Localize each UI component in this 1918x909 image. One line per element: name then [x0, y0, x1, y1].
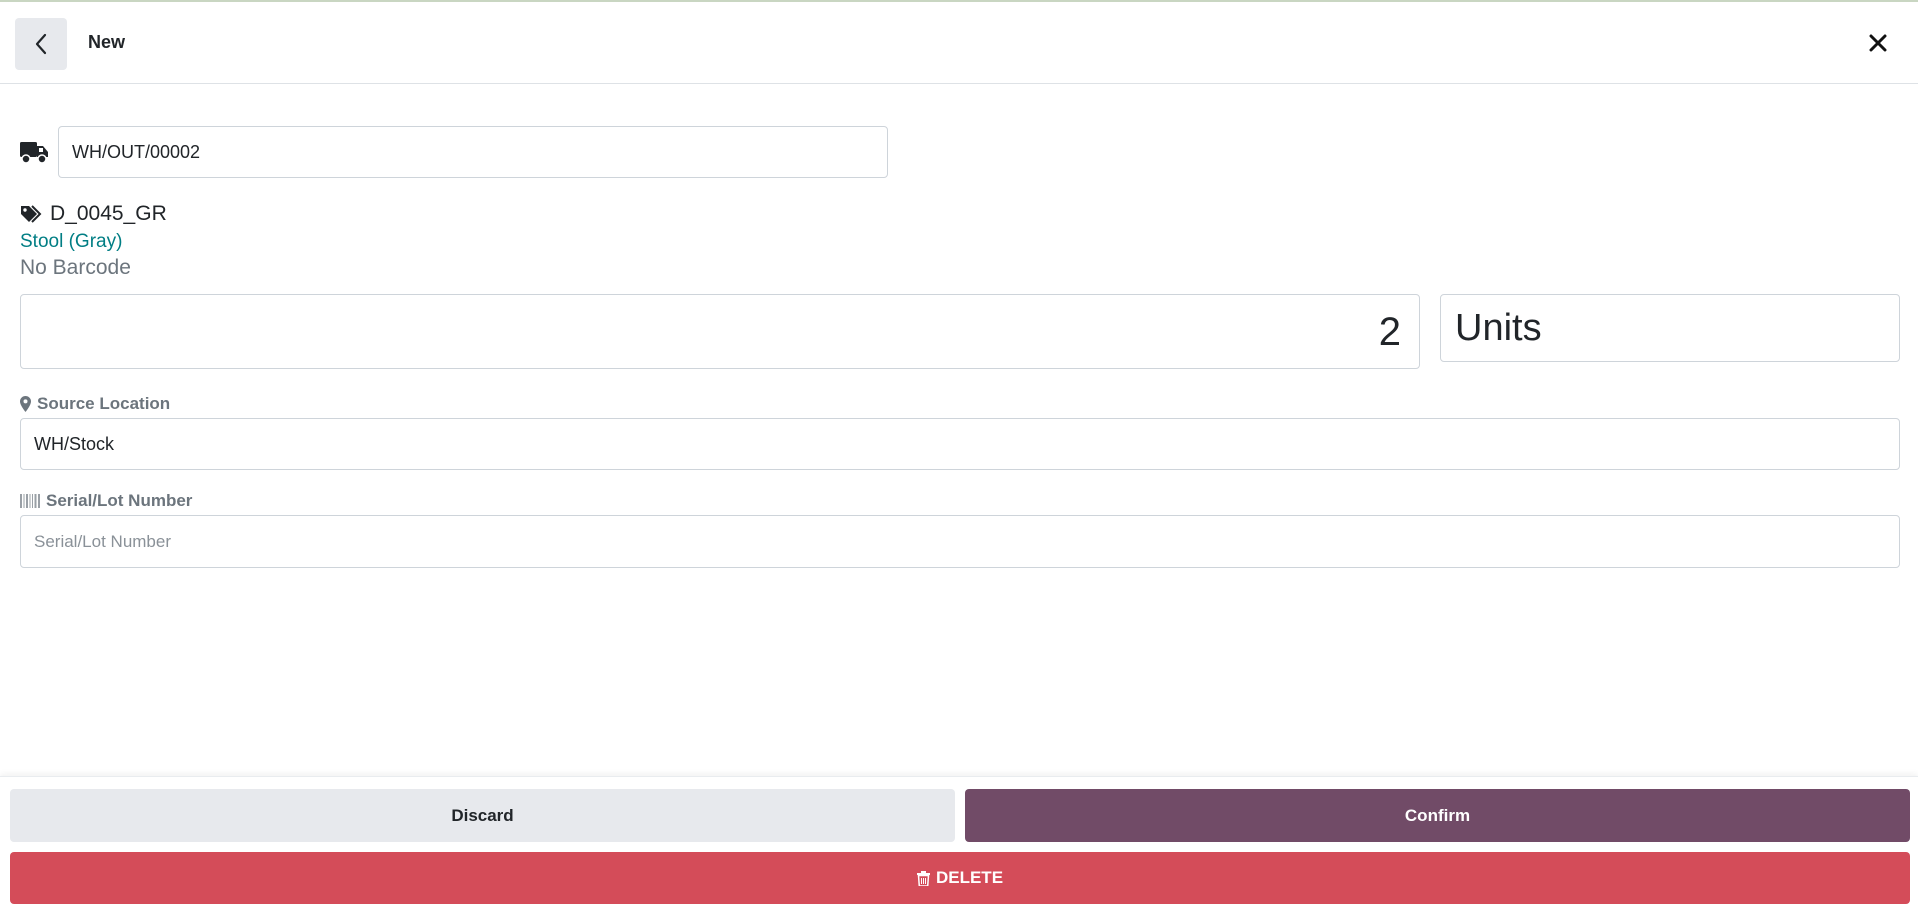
quantity-field[interactable]: 2 [20, 294, 1420, 369]
trash-icon [916, 870, 930, 886]
confirm-button[interactable]: Confirm [965, 789, 1910, 842]
footer: Discard Confirm DELETE [0, 776, 1918, 909]
close-button[interactable] [1863, 28, 1893, 58]
back-button[interactable] [15, 18, 67, 70]
barcode-icon [20, 494, 40, 508]
product-code-row: D_0045_GR [20, 202, 167, 226]
discard-button[interactable]: Discard [10, 789, 955, 842]
tags-icon [21, 205, 42, 223]
delete-button[interactable]: DELETE [10, 852, 1910, 904]
header: New [0, 2, 1918, 84]
product-name: Stool (Gray) [20, 231, 123, 252]
truck-icon [20, 142, 48, 164]
lot-label: Serial/Lot Number [46, 491, 193, 510]
lot-field[interactable]: Serial/Lot Number [20, 515, 1900, 568]
chevron-left-icon [35, 33, 47, 55]
map-marker-icon [20, 396, 31, 412]
product-barcode: No Barcode [20, 256, 131, 279]
product-code: D_0045_GR [50, 202, 167, 225]
lot-label-row: Serial/Lot Number [20, 491, 192, 511]
delete-label: DELETE [935, 868, 1004, 887]
source-location-label: Source Location [37, 394, 171, 413]
source-location-label-row: Source Location [20, 394, 170, 414]
picking-field[interactable]: WH/OUT/00002 [58, 126, 888, 178]
source-location-field[interactable]: WH/Stock [20, 418, 1900, 470]
close-icon [1869, 34, 1887, 52]
page-title: New [88, 32, 126, 52]
uom-field[interactable]: Units [1440, 294, 1900, 362]
